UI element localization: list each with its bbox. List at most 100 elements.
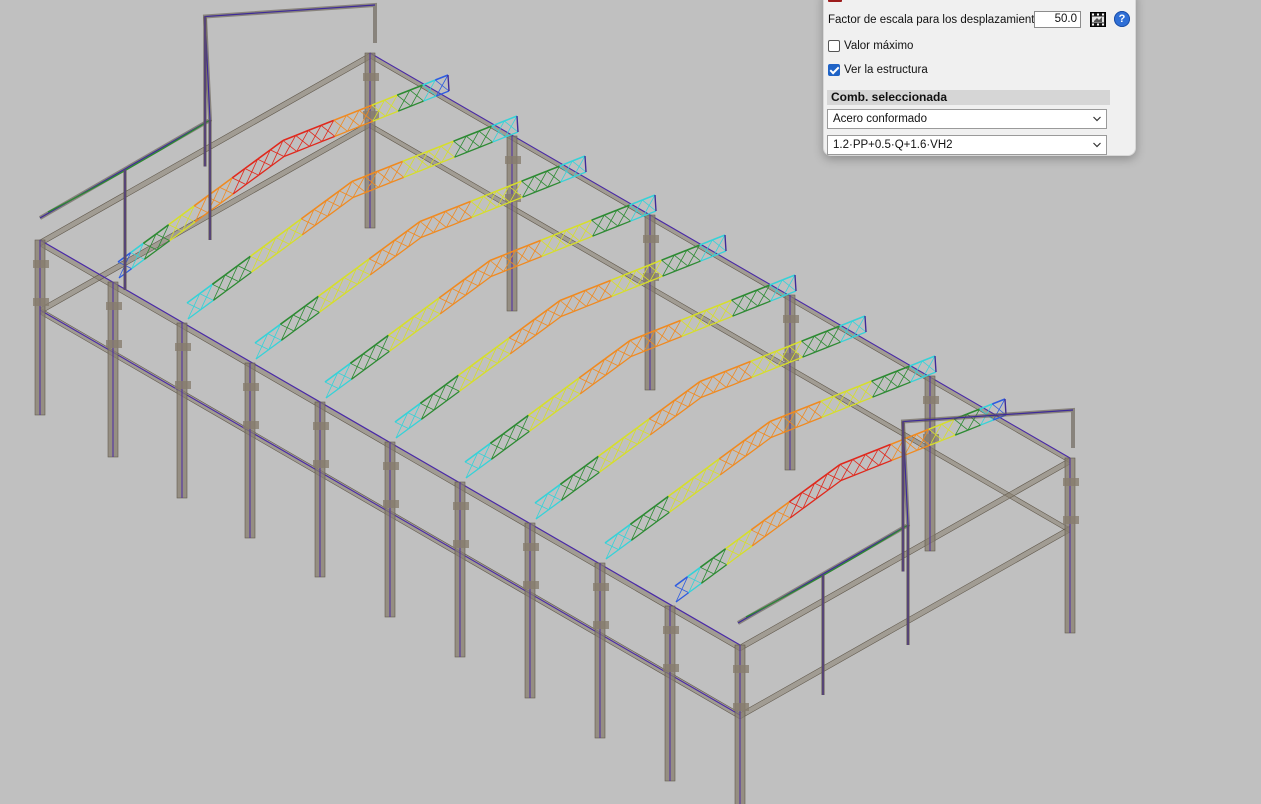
truss-bottom-chord xyxy=(516,260,530,268)
truss-top-chord xyxy=(585,284,599,292)
truss-top-chord xyxy=(333,114,347,122)
front-column-4-bracket xyxy=(313,422,329,430)
max-value-label: Valor máximo xyxy=(844,40,914,52)
help-icon[interactable]: ? xyxy=(1114,11,1130,27)
truss-top-chord xyxy=(572,289,586,297)
truss-bottom-chord xyxy=(796,421,810,429)
truss-bottom-chord xyxy=(821,411,835,418)
show-structure-checkbox[interactable] xyxy=(828,64,840,76)
truss-top-chord xyxy=(750,355,764,363)
truss-top-chord xyxy=(883,370,898,377)
truss-top-chord xyxy=(712,234,726,241)
roof-truss-9 xyxy=(674,398,1007,603)
truss-top-chord xyxy=(718,299,732,306)
truss-bottom-chord xyxy=(547,181,561,188)
truss-top-chord xyxy=(737,360,752,368)
truss-top-chord xyxy=(419,215,433,223)
truss-bottom-chord xyxy=(423,95,437,102)
left-gable-rafter xyxy=(39,2,377,220)
truss-top-chord xyxy=(546,165,560,172)
displacement-settings-panel: Factor de escala para los desplazamiento… xyxy=(823,0,1136,156)
truss-top-chord xyxy=(616,204,630,211)
truss-bottom-chord xyxy=(352,191,366,199)
truss-top-chord xyxy=(295,129,309,137)
truss-bottom-chord xyxy=(872,391,886,398)
truss-top-chord xyxy=(852,453,866,461)
truss-bottom-chord xyxy=(770,295,784,302)
truss-top-chord xyxy=(731,294,745,301)
truss-top-chord xyxy=(992,398,1006,405)
truss-top-chord xyxy=(559,294,573,302)
truss-bottom-chord xyxy=(687,260,701,267)
truss-bottom-chord xyxy=(397,105,412,112)
truss-bottom-chord xyxy=(458,216,473,223)
truss-bottom-chord xyxy=(573,305,587,313)
truss-bottom-chord xyxy=(586,300,600,308)
truss-top-chord xyxy=(877,443,892,451)
truss-bottom-chord xyxy=(420,231,434,239)
truss-top-chord xyxy=(871,375,885,382)
front-column-7-bracket xyxy=(523,581,539,589)
truss-bottom-chord xyxy=(802,351,816,358)
truss-bottom-chord xyxy=(454,151,468,158)
truss-top-chord xyxy=(603,209,618,216)
front-column-8-bracket xyxy=(593,621,609,629)
chevron-down-icon xyxy=(1093,116,1101,122)
truss-bottom-chord xyxy=(757,300,771,307)
truss-top-chord xyxy=(320,119,335,127)
max-value-checkbox[interactable] xyxy=(828,40,840,52)
material-select[interactable]: Acero conformado xyxy=(827,109,1107,129)
truss-top-chord xyxy=(597,279,612,287)
truss-bottom-chord xyxy=(674,265,689,272)
truss-bottom-chord xyxy=(764,366,778,373)
truss-bottom-chord xyxy=(466,146,481,153)
film-strip-icon[interactable] xyxy=(1090,12,1106,27)
truss-top-chord xyxy=(839,458,853,466)
truss-top-chord xyxy=(351,175,365,183)
combination-select[interactable]: 1.2·PP+0.5·Q+1.6·VH2 xyxy=(827,135,1107,155)
truss-bottom-chord xyxy=(866,464,880,472)
truss-top-chord xyxy=(432,210,446,218)
truss-bottom-chord xyxy=(770,431,784,439)
truss-bottom-chord xyxy=(744,305,759,312)
front-column-1-bracket xyxy=(106,302,122,310)
scale-factor-label: Factor de escala para los desplazamiento… xyxy=(828,14,1047,26)
front-column-0-bracket xyxy=(33,260,49,268)
truss-top-chord xyxy=(402,155,416,163)
truss-bottom-chord xyxy=(433,226,447,234)
front-column-10-bracket xyxy=(733,703,749,711)
truss-top-chord xyxy=(769,279,783,286)
truss-top-chord xyxy=(478,125,492,132)
truss-top-chord xyxy=(572,155,586,162)
front-column-3-bracket xyxy=(243,383,259,391)
scale-factor-input[interactable]: 50.0 xyxy=(1034,11,1081,28)
truss-bottom-chord xyxy=(378,181,392,189)
truss-bottom-chord xyxy=(617,220,631,227)
front-column-6-bracket xyxy=(453,502,469,510)
truss-bottom-chord xyxy=(840,336,854,343)
truss-top-chord xyxy=(504,115,518,122)
material-select-value: Acero conformado xyxy=(833,113,927,125)
truss-top-chord xyxy=(769,415,783,423)
truss-top-chord xyxy=(782,274,796,281)
truss-end-post xyxy=(794,274,797,292)
front-column-4-bracket xyxy=(313,460,329,468)
truss-bottom-chord xyxy=(700,255,714,262)
truss-bottom-chord xyxy=(283,150,297,158)
back-column-2-bracket xyxy=(505,156,521,164)
truss-bottom-chord xyxy=(579,235,593,242)
truss-bottom-chord xyxy=(441,156,455,163)
truss-bottom-chord xyxy=(611,290,625,297)
truss-bottom-chord xyxy=(681,330,695,337)
truss-bottom-chord xyxy=(980,419,994,426)
truss-top-chord xyxy=(610,274,624,282)
truss-bottom-chord xyxy=(492,136,506,143)
truss-top-chord xyxy=(712,370,726,378)
truss-bottom-chord xyxy=(840,474,854,482)
front-column-1-bracket xyxy=(106,340,122,348)
truss-bottom-chord xyxy=(309,140,323,148)
truss-top-chord xyxy=(858,380,872,387)
truss-top-chord xyxy=(699,375,713,383)
truss-bottom-chord xyxy=(446,221,460,229)
truss-bottom-chord xyxy=(296,145,310,153)
